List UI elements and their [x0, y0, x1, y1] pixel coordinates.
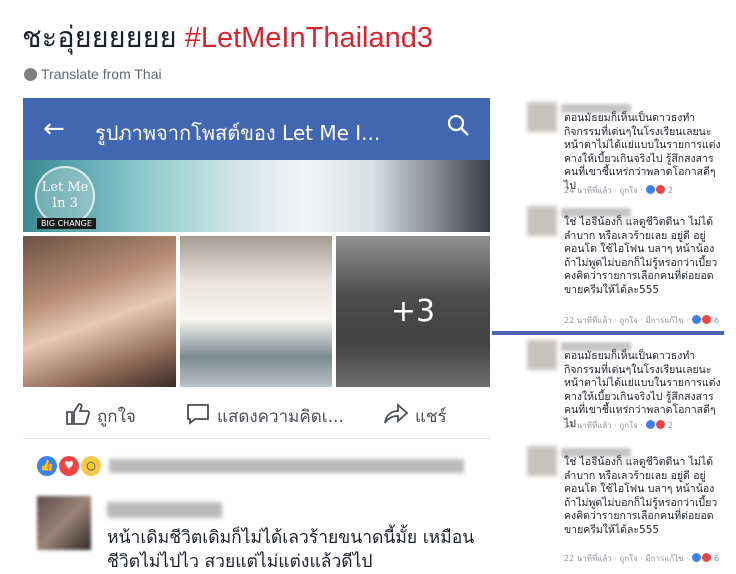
edited-label: มีการแก้ไข [645, 316, 684, 325]
comment-text: ใช่ ไอจีน้องก็ แลดูชีวิตดีนา ไม่ได้ลำบาก… [564, 216, 718, 296]
like-icon [646, 185, 656, 194]
like-button[interactable]: ถูกใจ [65, 402, 136, 430]
reaction-count: 6 [713, 554, 720, 563]
cover-banner[interactable]: Let Me In 3 BIG CHANGE [23, 160, 490, 232]
blurred-names [109, 459, 464, 473]
comment-time: 24 นาทีที่แล้ว [564, 186, 612, 195]
reaction-count: 2 [667, 421, 673, 430]
speech-bubble-icon [187, 404, 209, 425]
comment-meta: 22 นาทีที่แล้ว · ถูกใจ · มีการแก้ไข · 6 [564, 315, 720, 325]
photo-thumbnail[interactable] [23, 236, 176, 387]
edited-label: มีการแก้ไข [645, 554, 684, 563]
comment-label: แสดงความคิดเ... [217, 407, 344, 427]
love-icon [656, 185, 666, 194]
list-item: ใช่ ไอจีน้องก็ แลดูชีวิตดีนา ไม่ได้ลำบาก… [525, 202, 725, 327]
love-icon: ♥ [59, 456, 79, 476]
comment-time: 22 นาทีที่แล้ว [564, 554, 612, 563]
show-logo: Let Me In 3 [35, 166, 95, 226]
comment-meta: 24 นาทีที่แล้ว · ถูกใจ · 2 [564, 185, 673, 195]
share-label: แชร์ [415, 407, 447, 427]
love-icon [702, 315, 712, 324]
photo-thumbnail[interactable] [180, 236, 332, 387]
back-arrow-icon[interactable]: ← [43, 114, 65, 144]
hashtag-link[interactable]: #LetMeInThailand3 [185, 22, 433, 54]
comment-time: 24 นาทีที่แล้ว [564, 421, 612, 430]
reaction-count: 6 [713, 316, 720, 325]
comment-text: ตอนมัธยมก็เห็นเป็นดาวธงทำกิจกรรมที่เด่นๆ… [564, 112, 721, 192]
search-icon[interactable] [446, 113, 470, 137]
more-photos-count[interactable]: +3 [336, 236, 490, 387]
globe-icon [24, 68, 37, 81]
comment-meta: 22 นาทีที่แล้ว · ถูกใจ · มีการแก้ไข · 6 [564, 553, 720, 563]
thumbs-up-icon [66, 403, 91, 425]
avatar[interactable] [527, 206, 557, 236]
facebook-post-screenshot: ← รูปภาพจากโพสต์ของ Let Me I... Let Me I… [23, 98, 490, 574]
headline: ชะอุ่ยยยยยย #LetMeInThailand3 [22, 14, 433, 60]
share-arrow-icon [384, 402, 409, 424]
list-item: ตอนมัธยมก็เห็นเป็นดาวธงทำกิจกรรมที่เด่นๆ… [525, 98, 725, 198]
reaction-summary[interactable]: 👍 ♥ ○ [37, 454, 477, 480]
headline-text: ชะอุ่ยยยยยย [22, 22, 177, 54]
avatar[interactable] [527, 446, 557, 476]
like-label: ถูกใจ [97, 407, 136, 427]
like-icon [692, 315, 702, 324]
like-icon [646, 420, 656, 429]
action-bar: ถูกใจ แสดงความคิดเ... แชร์ [23, 398, 490, 439]
love-icon [656, 420, 666, 429]
photo-grid: +3 [23, 236, 490, 387]
comment-meta: 24 นาทีที่แล้ว · ถูกใจ · 2 [564, 420, 673, 430]
translate-label: Translate from Thai [41, 66, 162, 82]
like-icon: 👍 [37, 456, 57, 476]
avatar[interactable] [37, 496, 91, 550]
comment-text: ใช่ ไอจีน้องก็ แลดูชีวิตดีนา ไม่ได้ลำบาก… [564, 456, 718, 536]
comment-text: หน้าเดิมชีวิตเดิมก็ไม่ได้เลวร้ายขนาดนี้ม… [107, 528, 475, 572]
wow-icon: ○ [81, 456, 101, 476]
like-link[interactable]: ถูกใจ [619, 316, 637, 325]
like-link[interactable]: ถูกใจ [619, 554, 637, 563]
comment-time: 22 นาทีที่แล้ว [564, 316, 612, 325]
translate-link[interactable]: Translate from Thai [24, 66, 162, 82]
section-divider [492, 331, 724, 335]
blurred-commenter-name [107, 502, 222, 518]
like-link[interactable]: ถูกใจ [619, 186, 637, 195]
share-button[interactable]: แชร์ [383, 402, 447, 430]
comment-button[interactable]: แสดงความคิดเ... [185, 402, 344, 430]
bigchange-badge: BIG CHANGE [37, 218, 96, 229]
avatar[interactable] [527, 102, 557, 132]
like-icon [692, 553, 702, 562]
reaction-count: 2 [667, 186, 673, 195]
avatar[interactable] [527, 340, 557, 370]
list-item: ตอนมัธยมก็เห็นเป็นดาวธงทำกิจกรรมที่เด่นๆ… [525, 336, 725, 436]
list-item: ใช่ ไอจีน้องก็ แลดูชีวิตดีนา ไม่ได้ลำบาก… [525, 442, 725, 567]
topbar-title: รูปภาพจากโพสต์ของ Let Me I... [95, 121, 381, 145]
photo-thumbnail[interactable]: +3 [336, 236, 490, 387]
like-link[interactable]: ถูกใจ [619, 421, 637, 430]
post-topbar: ← รูปภาพจากโพสต์ของ Let Me I... [23, 98, 490, 160]
love-icon [702, 553, 712, 562]
